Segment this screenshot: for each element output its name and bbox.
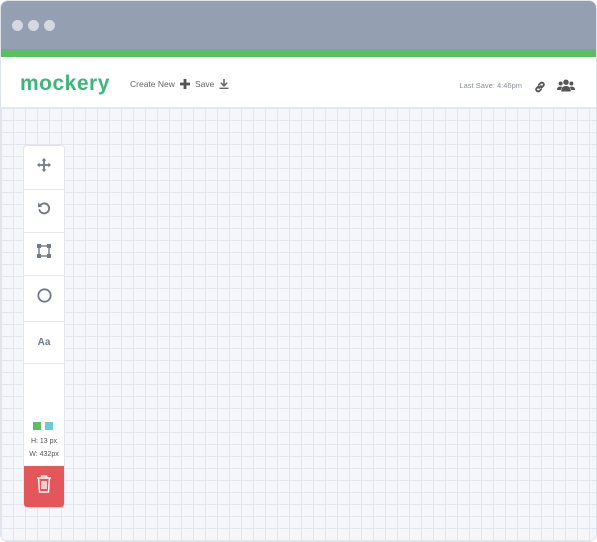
design-canvas[interactable] bbox=[1, 108, 596, 541]
accent-bar bbox=[1, 49, 596, 57]
color-swatch-teal[interactable] bbox=[45, 422, 53, 430]
rectangle-icon bbox=[37, 244, 51, 263]
tool-circle[interactable] bbox=[24, 275, 64, 322]
trash-icon bbox=[36, 475, 52, 498]
color-swatch-green[interactable] bbox=[33, 422, 41, 430]
tool-rectangle[interactable] bbox=[24, 232, 64, 276]
width-readout: W: 432px bbox=[29, 451, 59, 458]
last-save-status: Last Save: 4:46pm bbox=[459, 81, 522, 90]
app-logo[interactable]: mockery bbox=[20, 72, 110, 96]
link-icon[interactable] bbox=[534, 80, 546, 98]
app-header: mockery Create New Save Last Save: 4:46p… bbox=[1, 57, 596, 108]
window-dot-maximize[interactable] bbox=[44, 20, 55, 31]
move-icon bbox=[37, 158, 51, 177]
save-label: Save bbox=[195, 79, 215, 89]
browser-window: mockery Create New Save Last Save: 4:46p… bbox=[0, 0, 597, 542]
download-icon bbox=[219, 79, 229, 89]
undo-icon bbox=[37, 201, 51, 220]
create-new-label: Create New bbox=[130, 79, 175, 89]
window-dot-close[interactable] bbox=[12, 20, 23, 31]
tool-text[interactable]: Aa bbox=[24, 321, 64, 364]
circle-icon bbox=[36, 288, 52, 308]
create-new-button[interactable]: Create New bbox=[130, 79, 190, 89]
window-dot-minimize[interactable] bbox=[28, 20, 39, 31]
users-icon[interactable] bbox=[557, 79, 575, 97]
plus-icon bbox=[179, 79, 190, 89]
save-button[interactable]: Save bbox=[195, 79, 229, 89]
text-icon: Aa bbox=[37, 336, 51, 348]
tool-undo[interactable] bbox=[24, 189, 64, 233]
window-titlebar bbox=[1, 1, 596, 49]
height-readout: H: 13 px bbox=[30, 438, 58, 445]
delete-button[interactable] bbox=[24, 466, 64, 507]
tool-move[interactable] bbox=[24, 146, 64, 190]
tool-palette: Aa H: 13 px W: 432px bbox=[23, 145, 65, 508]
